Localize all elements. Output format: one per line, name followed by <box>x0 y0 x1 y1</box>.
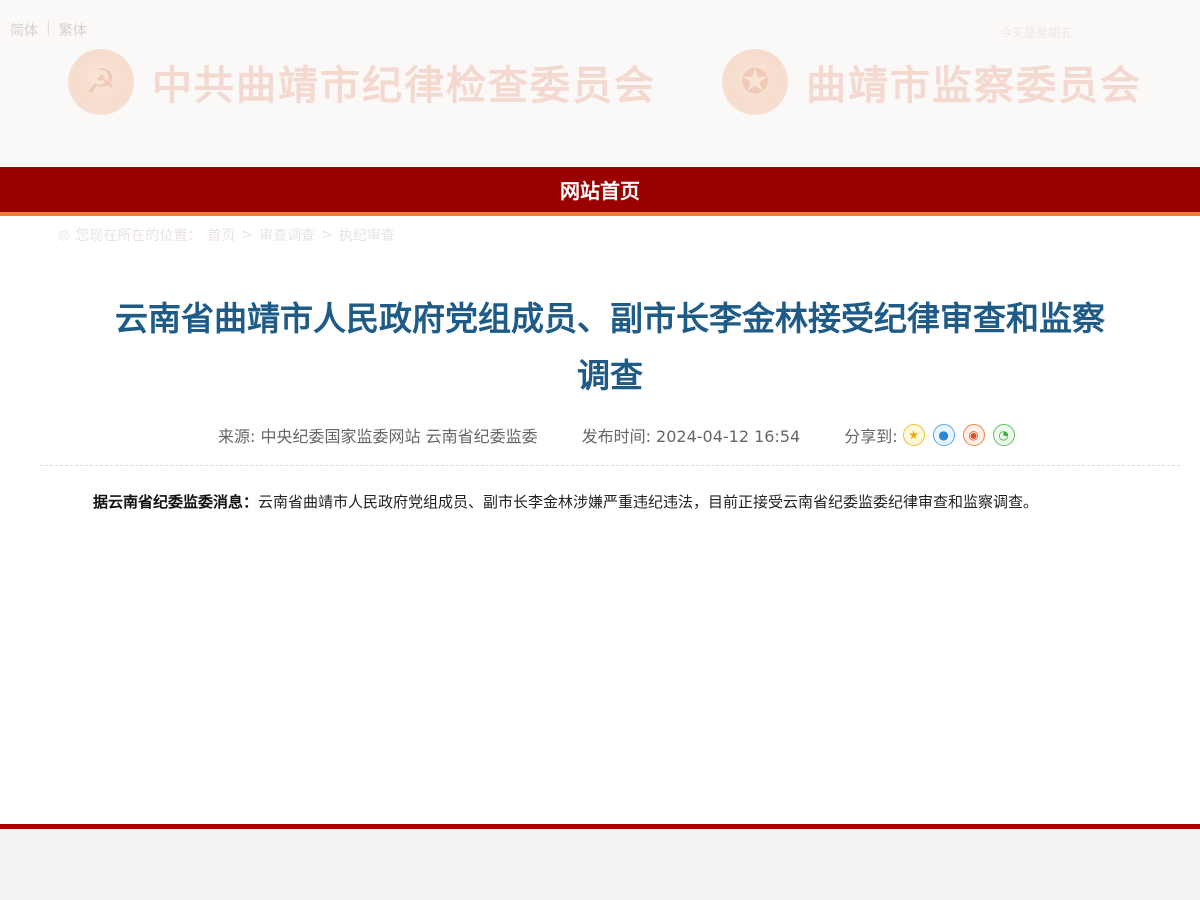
party-emblem-icon: ☭ <box>68 49 134 115</box>
language-switch: 简体 | 繁体 <box>10 20 87 40</box>
article-title-line2: 调查 <box>577 356 643 395</box>
breadcrumb-separator: > <box>321 227 333 243</box>
brand-right-text: 曲靖市监察委员会 <box>806 62 1142 109</box>
date-text: 今天是星期五 <box>1000 26 1073 40</box>
article-body-text: 云南省曲靖市人民政府党组成员、副市长李金林涉嫌严重违纪违法，目前正接受云南省纪委… <box>258 493 1039 511</box>
article-lead: 据云南省纪委监委消息： <box>93 493 259 511</box>
main-nav: 网站首页 <box>0 167 1200 212</box>
location-icon: ◎ <box>58 227 70 243</box>
brand-left-text: 中共曲靖市纪律检查委员会 <box>152 62 656 109</box>
lang-traditional-link[interactable]: 繁体 <box>59 20 87 40</box>
lang-simplified-link[interactable]: 简体 <box>10 20 38 40</box>
article-body: 据云南省纪委监委消息：云南省曲靖市人民政府党组成员、副市长李金林涉嫌严重违纪违法… <box>93 491 1038 512</box>
share-label: 分享到: <box>844 427 898 446</box>
brand-discipline-commission[interactable]: ☭ 中共曲靖市纪律检查委员会 <box>68 46 656 118</box>
article-source: 来源: 中央纪委国家监委网站 云南省纪委监委 <box>218 427 538 446</box>
lang-separator: | <box>46 20 51 36</box>
article-publish-time: 发布时间: 2024-04-12 16:54 <box>581 427 801 446</box>
national-emblem-icon: ✪ <box>722 49 788 115</box>
qq-icon[interactable]: ● <box>932 424 955 446</box>
meta-divider <box>40 465 1180 466</box>
breadcrumb-prefix: 您现在所在的位置： <box>75 228 202 244</box>
breadcrumb: ◎ 您现在所在的位置： 首页 > 审查调查 > 执纪审查 <box>58 225 395 245</box>
breadcrumb-home[interactable]: 首页 <box>207 225 235 245</box>
wechat-icon[interactable]: ◔ <box>992 424 1015 446</box>
article-meta: 来源: 中央纪委国家监委网站 云南省纪委监委 发布时间: 2024-04-12 … <box>218 422 1015 448</box>
share-buttons: ★ ● ◉ ◔ <box>902 424 1015 446</box>
site-header: 简体 | 繁体 今天是星期五 ☭ 中共曲靖市纪律检查委员会 ✪ 曲靖市监察委员会 <box>0 0 1200 167</box>
star-icon[interactable]: ★ <box>902 424 925 446</box>
article-title: 云南省曲靖市人民政府党组成员、副市长李金林接受纪律审查和监察 调查 <box>110 290 1110 404</box>
breadcrumb-current[interactable]: 执纪审查 <box>339 225 395 245</box>
weibo-icon[interactable]: ◉ <box>962 424 985 446</box>
breadcrumb-separator: > <box>241 227 254 243</box>
nav-home-link[interactable]: 网站首页 <box>560 175 640 204</box>
breadcrumb-section[interactable]: 审查调查 <box>259 225 315 245</box>
site-footer <box>0 829 1200 900</box>
article-title-line1: 云南省曲靖市人民政府党组成员、副市长李金林接受纪律审查和监察 <box>115 299 1105 338</box>
nav-accent-bar <box>0 212 1200 216</box>
brand-supervision-commission[interactable]: ✪ 曲靖市监察委员会 <box>722 46 1142 118</box>
